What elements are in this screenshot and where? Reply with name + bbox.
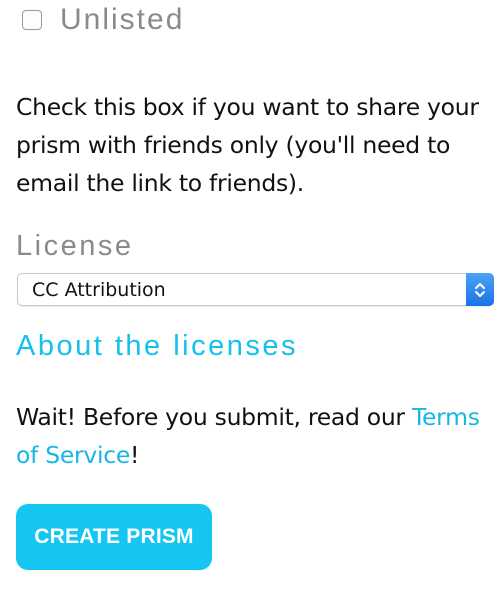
unlisted-option[interactable]: Unlisted (22, 2, 184, 38)
terms-notice: Wait! Before you submit, read our Terms … (16, 398, 486, 474)
create-prism-button[interactable]: CREATE PRISM (16, 504, 212, 570)
select-arrows-icon[interactable] (466, 273, 494, 306)
about-licenses-link[interactable]: About the licenses (16, 330, 298, 363)
license-selected-value: CC Attribution (32, 279, 166, 301)
unlisted-help-text: Check this box if you want to share your… (16, 93, 479, 197)
terms-suffix: ! (129, 441, 140, 469)
license-label: License (16, 230, 134, 262)
unlisted-checkbox[interactable] (22, 10, 42, 30)
terms-prefix: Wait! Before you submit, read our (16, 403, 412, 431)
unlisted-label[interactable]: Unlisted (60, 3, 184, 37)
license-select[interactable]: CC Attribution (17, 273, 494, 306)
